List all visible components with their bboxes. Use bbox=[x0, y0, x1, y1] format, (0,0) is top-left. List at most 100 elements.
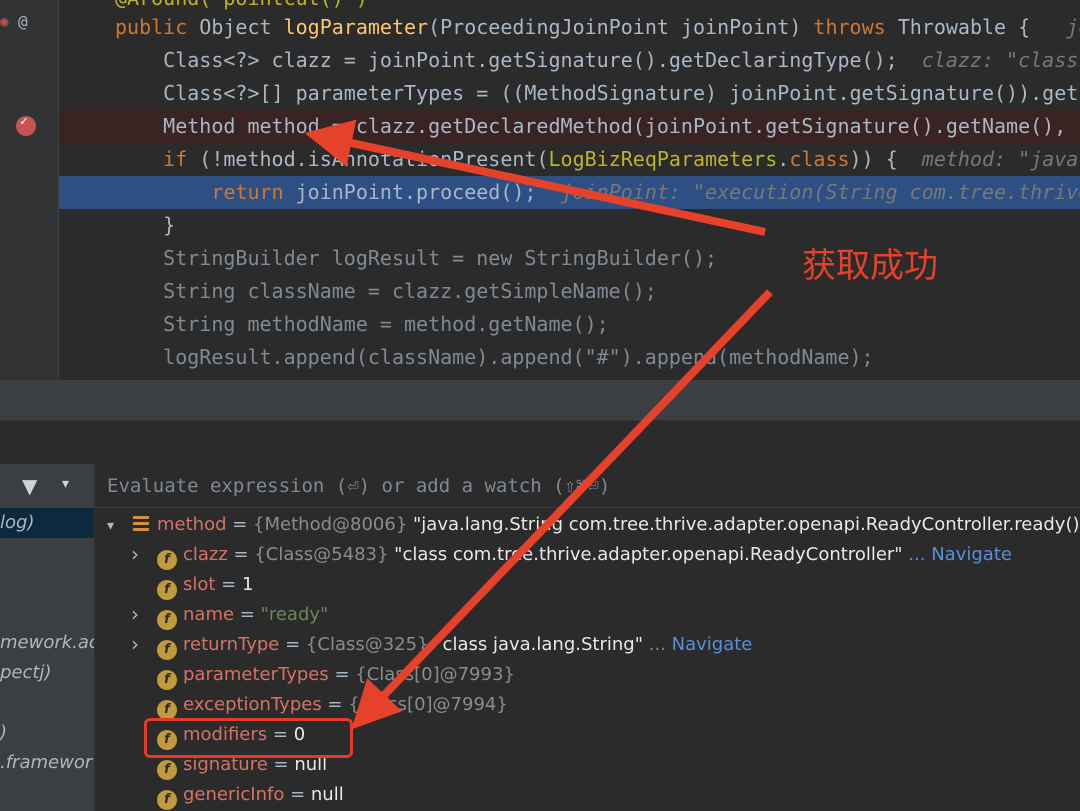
variable-value: "java.lang.String com.tree.thrive.adapte… bbox=[413, 514, 1080, 535]
variable-value: "ready" bbox=[260, 604, 329, 625]
chevron-right-icon[interactable]: › bbox=[131, 542, 139, 566]
variable-value: "class java.lang.String" bbox=[434, 634, 643, 655]
code-line[interactable]: Class<?> clazz = joinPoint.getSignature(… bbox=[0, 44, 1080, 77]
code-line[interactable]: logResult.append(className).append("#").… bbox=[0, 341, 1080, 374]
field-icon: f bbox=[157, 580, 177, 600]
evaluate-expression-input[interactable]: Evaluate expression (⏎) or add a watch (… bbox=[95, 464, 1080, 508]
variable-type: {Method@8006} bbox=[253, 514, 408, 535]
code-text: Class<?>[] parameterTypes = ((MethodSign… bbox=[115, 77, 1080, 110]
variable-type: {Class@325} bbox=[305, 634, 429, 655]
variable-value: "class com.tree.thrive.adapter.openapi.R… bbox=[394, 544, 903, 565]
inline-value-hint: joinPoint: "execution(String com.tree.th… bbox=[560, 180, 1080, 204]
code-token: )) { bbox=[849, 147, 922, 171]
code-line[interactable]: if (!method.isAnnotationPresent(LogBizRe… bbox=[0, 143, 1080, 176]
code-token: } bbox=[115, 213, 176, 237]
code-token: joinPoint.proceed(); bbox=[295, 180, 561, 204]
variables-panel[interactable]: Evaluate expression (⏎) or add a watch (… bbox=[94, 464, 1080, 811]
chevron-down-icon[interactable]: ▾ bbox=[62, 476, 69, 492]
variable-type: {Class@5483} bbox=[254, 544, 389, 565]
filter-icon[interactable]: ▼ bbox=[22, 474, 37, 498]
chevron-down-icon[interactable]: ▾ bbox=[107, 518, 114, 534]
code-token: String className = clazz.getSimpleName()… bbox=[115, 279, 657, 303]
code-token: Method method = clazz.getDeclaredMethod(… bbox=[163, 114, 1080, 138]
code-token: (ProceedingJoinPoint joinPoint) bbox=[428, 15, 814, 39]
variable-value: null bbox=[310, 784, 344, 805]
frame-item[interactable]: pectj) bbox=[0, 658, 51, 688]
field-icon: f bbox=[157, 760, 177, 780]
variable-clazz[interactable]: f clazz = {Class@5483} "class com.tree.th… bbox=[157, 540, 1012, 570]
code-line[interactable]: Class<?>[] parameterTypes = ((MethodSign… bbox=[0, 77, 1080, 110]
code-token: String methodName = method.getName(); bbox=[115, 312, 609, 336]
code-token: Object bbox=[199, 15, 284, 39]
variable-name[interactable]: f name = "ready" bbox=[157, 600, 328, 630]
inline-value-hint: clazz: "class com.tree.thrive.adapter.op… bbox=[921, 48, 1079, 72]
chevron-right-icon[interactable]: › bbox=[131, 632, 139, 656]
at-annotation-icon[interactable]: @ bbox=[18, 12, 28, 31]
code-token: logParameter bbox=[283, 15, 429, 39]
code-token: Throwable { bbox=[897, 15, 1067, 39]
variable-value: 1 bbox=[241, 574, 254, 595]
variable-name: name bbox=[183, 604, 235, 625]
code-text: } bbox=[115, 209, 175, 242]
code-token: Class<?>[] parameterTypes = ((MethodSign… bbox=[163, 81, 1080, 105]
code-text: if (!method.isAnnotationPresent(LogBizRe… bbox=[115, 143, 1080, 176]
debug-stop-icon[interactable]: ◉ bbox=[0, 14, 8, 30]
chevron-right-icon[interactable]: › bbox=[131, 602, 139, 626]
variable-type: {Class[0]@7993} bbox=[355, 664, 515, 685]
field-icon: f bbox=[157, 790, 177, 810]
code-token: (!method.isAnnotationPresent( bbox=[199, 147, 549, 171]
variable-name: parameterTypes bbox=[183, 664, 329, 685]
variable-returnType[interactable]: f returnType = {Class@325} "class java.la… bbox=[157, 630, 752, 660]
variable-genericInfo[interactable]: f genericInfo = null bbox=[157, 780, 344, 810]
code-line[interactable]: String methodName = method.getName(); bbox=[0, 308, 1080, 341]
inline-value-hint: joinPoint: "execution(String com.tree.th… bbox=[1066, 15, 1080, 39]
variable-name: returnType bbox=[183, 634, 280, 655]
variable-exceptionTypes[interactable]: f exceptionTypes = {Class[0]@7994} bbox=[157, 690, 508, 720]
panel-divider[interactable] bbox=[0, 380, 1080, 420]
variable-name: exceptionTypes bbox=[183, 694, 322, 715]
code-token: public bbox=[115, 15, 200, 39]
field-icon: f bbox=[157, 610, 177, 630]
variable-slot[interactable]: f slot = 1 bbox=[157, 570, 253, 600]
variable-parameterTypes[interactable]: f parameterTypes = {Class[0]@7993} bbox=[157, 660, 515, 690]
code-text: StringBuilder logResult = new StringBuil… bbox=[115, 242, 717, 275]
annotation-label: 获取成功 bbox=[802, 246, 938, 286]
frame-item[interactable]: log) bbox=[0, 508, 94, 538]
frame-item[interactable]: mework.ac bbox=[0, 628, 94, 658]
inline-value-hint: method: "java.lang.String com.tree.thriv… bbox=[921, 147, 1080, 171]
code-editor[interactable]: @Around("pointcut()")public Object logPa… bbox=[0, 0, 1080, 380]
list-icon bbox=[133, 516, 149, 532]
debugger-tabbar bbox=[0, 420, 1080, 465]
breakpoint-line[interactable]: Method method = clazz.getDeclaredMethod(… bbox=[59, 110, 1080, 143]
field-icon: f bbox=[157, 700, 177, 720]
variable-name: genericInfo bbox=[183, 784, 285, 805]
code-text: public Object logParameter(ProceedingJoi… bbox=[115, 11, 1080, 44]
field-icon: f bbox=[157, 670, 177, 690]
code-token: logResult.append(className).append("#").… bbox=[115, 345, 874, 369]
code-line[interactable]: public Object logParameter(ProceedingJoi… bbox=[0, 11, 1080, 44]
code-text: String className = clazz.getSimpleName()… bbox=[115, 275, 657, 308]
frame-item[interactable]: ) bbox=[0, 718, 7, 748]
execution-line[interactable]: return joinPoint.proceed(); joinPoint: "… bbox=[59, 176, 1080, 209]
navigate-link[interactable]: ... Navigate bbox=[649, 634, 753, 655]
code-text: Class<?> clazz = joinPoint.getSignature(… bbox=[115, 44, 1080, 77]
highlight-box bbox=[144, 718, 353, 758]
field-icon: f bbox=[157, 640, 177, 660]
variable-name: clazz bbox=[183, 544, 228, 565]
code-text: return joinPoint.proceed(); joinPoint: "… bbox=[115, 176, 1080, 209]
checkmark-icon: ✓ bbox=[20, 114, 28, 129]
frames-toolbar: ▼ ▾ bbox=[0, 464, 94, 508]
variable-name: method bbox=[157, 514, 227, 535]
code-token: LogBizReqParameters bbox=[548, 147, 778, 171]
code-token: Class<?> clazz = joinPoint.getSignature(… bbox=[115, 48, 922, 72]
frame-item[interactable]: .framewor bbox=[0, 748, 92, 778]
code-token: throws bbox=[813, 15, 898, 39]
field-icon: f bbox=[157, 550, 177, 570]
variable-method[interactable]: method = {Method@8006} "java.lang.String… bbox=[133, 510, 1080, 540]
frames-panel[interactable]: ▼ ▾ log) mework.ac pectj)) .framewor bbox=[0, 464, 94, 811]
variable-type: {Class[0]@7994} bbox=[348, 694, 508, 715]
code-token: @Around("pointcut()") bbox=[115, 0, 368, 10]
code-token: if bbox=[115, 147, 200, 171]
code-text: logResult.append(className).append("#").… bbox=[115, 341, 874, 374]
navigate-link[interactable]: ... Navigate bbox=[908, 544, 1012, 565]
